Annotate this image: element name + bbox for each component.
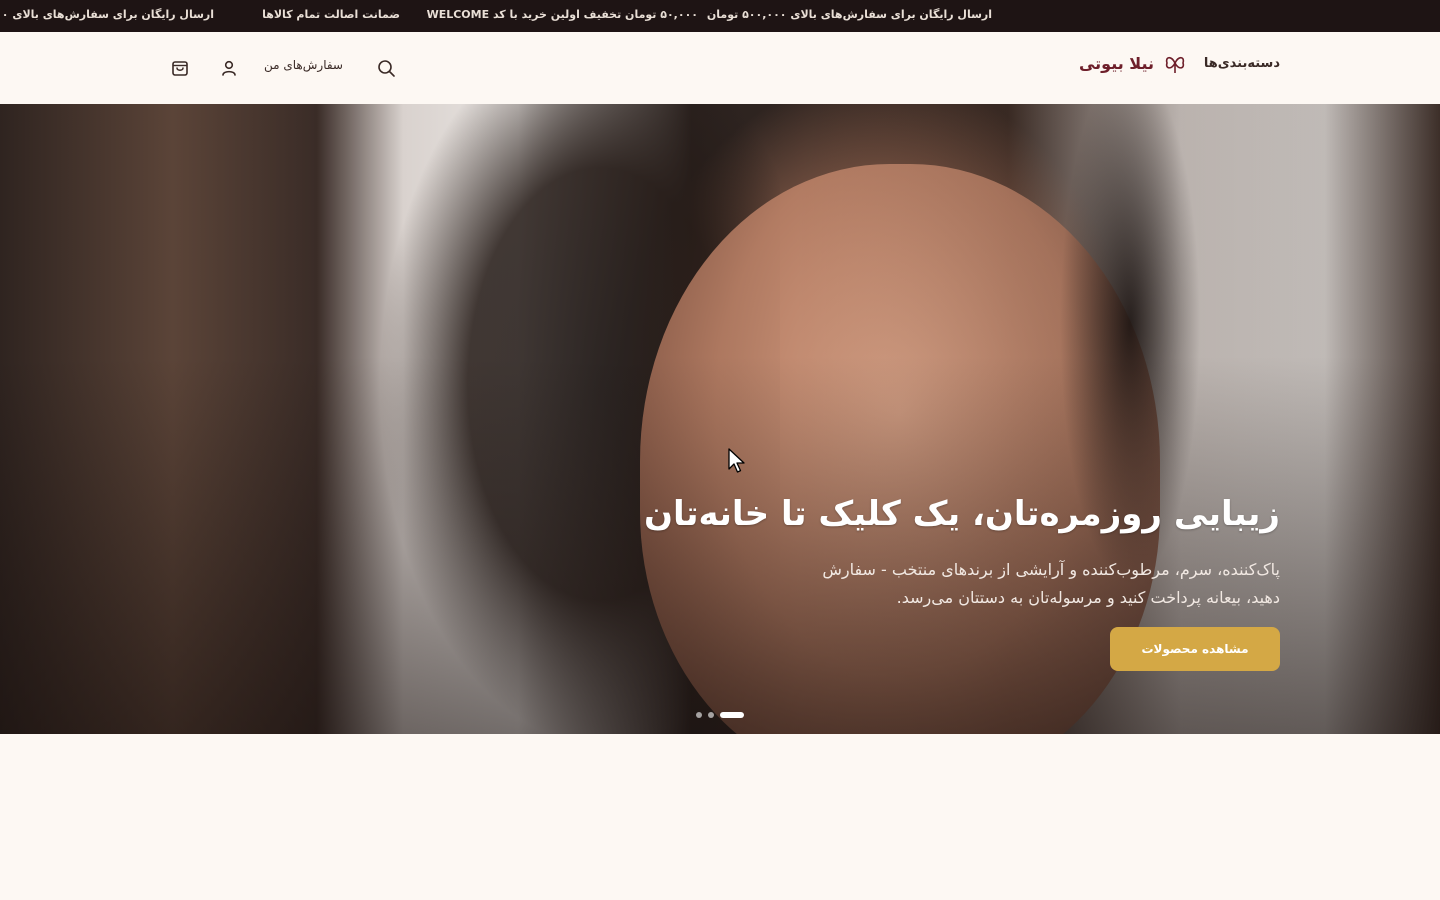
slider-dot[interactable] bbox=[708, 712, 714, 718]
announcement-message: ارسال رایگان برای سفارش‌های بالای ۵۰۰,۰۰… bbox=[706, 8, 992, 21]
announcement-message: ۵۰,۰۰۰ تومان تخفیف اولین خرید با کد WELC… bbox=[426, 8, 698, 21]
categories-menu-link[interactable]: دسته‌بندی‌ها bbox=[1204, 56, 1280, 71]
search-icon[interactable] bbox=[376, 58, 396, 78]
brand-logo[interactable]: نیلا بیوتی bbox=[1079, 52, 1188, 74]
hero-title: زیبایی روزمره‌تان، یک کلیک تا خانه‌تان bbox=[643, 494, 1280, 534]
slider-dot-active[interactable] bbox=[720, 712, 744, 718]
mouse-cursor-icon bbox=[728, 448, 745, 473]
user-icon[interactable] bbox=[219, 58, 239, 78]
shopping-bag-icon[interactable] bbox=[170, 58, 190, 78]
slider-pagination bbox=[696, 712, 744, 718]
view-products-button[interactable]: مشاهده محصولات bbox=[1110, 627, 1280, 671]
announcement-bar: ارسال رایگان برای سفارش‌های بالای ۵۰۰,۰۰… bbox=[0, 0, 1440, 32]
hero-banner: زیبایی روزمره‌تان، یک کلیک تا خانه‌تان پ… bbox=[0, 104, 1440, 734]
brand-name: نیلا بیوتی bbox=[1078, 53, 1154, 73]
my-orders-link[interactable]: سفارش‌های من bbox=[264, 58, 343, 72]
announcement-message: ارسال رایگان برای سفارش‌های بالای ۵۰۰,۰۰… bbox=[0, 8, 214, 21]
site-header: دسته‌بندی‌ها نیلا بیوتی سفارش‌های من bbox=[0, 32, 1440, 104]
slider-dot[interactable] bbox=[696, 712, 702, 718]
hero-subtitle: پاک‌کننده، سرم، مرطوب‌کننده و آرایشی از … bbox=[822, 560, 1280, 607]
announcement-message: ضمانت اصالت تمام کالاها bbox=[262, 8, 400, 21]
flower-logo-icon bbox=[1165, 56, 1185, 73]
